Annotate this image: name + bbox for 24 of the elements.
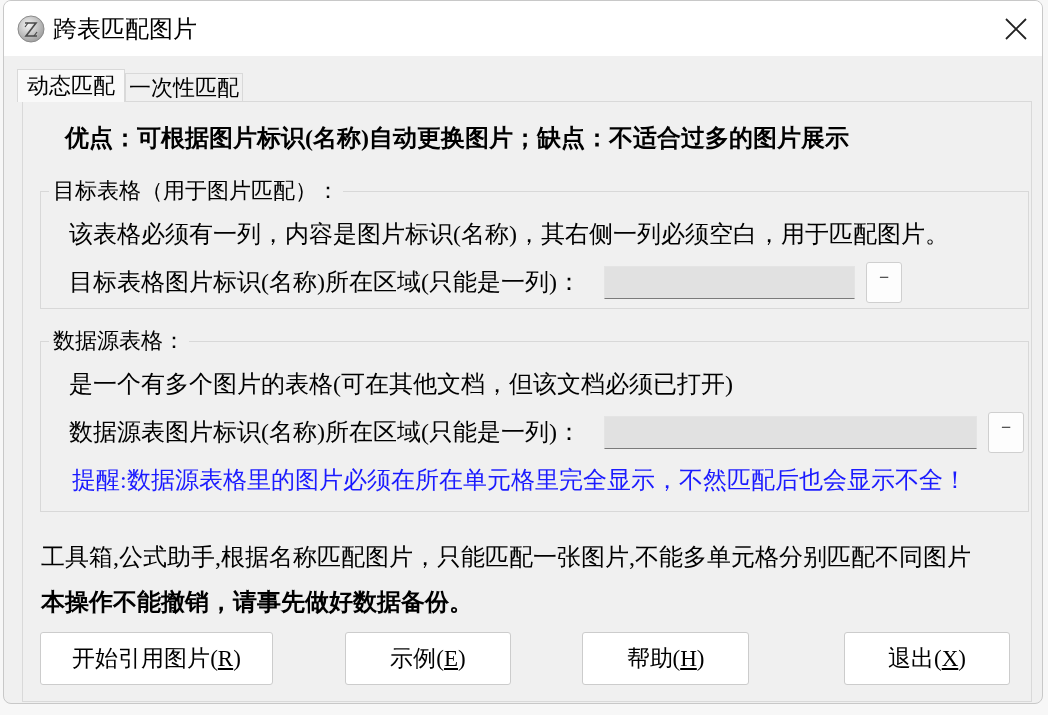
reminder-text: 提醒:数据源表格里的图片必须在所在单元格里完全显示，不然匹配后也会显示不全！: [72, 466, 967, 495]
field-label: 数据源表图片标识(名称)所在区域(只能是一列)：: [69, 418, 582, 447]
action-button[interactable]: 示例(E): [345, 632, 511, 685]
range-picker-button[interactable]: −: [988, 411, 1024, 453]
action-button[interactable]: 开始引用图片(R): [40, 632, 273, 685]
summary-text: 优点：可根据图片标识(名称)自动更换图片；缺点：不适合过多的图片展示: [65, 124, 850, 152]
group-title: 数据源表格：: [52, 328, 186, 354]
action-button[interactable]: 退出(X): [844, 632, 1010, 685]
group-title: 目标表格（用于图片匹配）：: [52, 178, 340, 204]
description-text: 是一个有多个图片的表格(可在其他文档，但该文档必须已打开): [69, 370, 733, 399]
description-text: 该表格必须有一列，内容是图片标识(名称)，其右侧一列必须空白，用于匹配图片。: [69, 220, 949, 249]
tab[interactable]: 一次性匹配: [125, 73, 243, 101]
field-label: 目标表格图片标识(名称)所在区域(只能是一列)：: [69, 268, 582, 297]
close-icon: [1005, 17, 1027, 40]
window-title: 跨表匹配图片: [53, 14, 197, 44]
action-button[interactable]: 帮助(H): [582, 632, 749, 685]
circle-logo-icon: [17, 14, 45, 43]
range-input-field[interactable]: [604, 265, 855, 299]
range-picker-button[interactable]: −: [866, 261, 902, 303]
range-input-field[interactable]: [604, 415, 977, 449]
info-text: 工具箱,公式助手,根据名称匹配图片，只能匹配一张图片,不能多单元格分别匹配不同图片: [41, 543, 972, 572]
warning-text: 本操作不能撤销，请事先做好数据备份。: [41, 588, 474, 617]
close-button[interactable]: [1005, 17, 1027, 40]
tab[interactable]: 动态匹配: [17, 69, 125, 102]
